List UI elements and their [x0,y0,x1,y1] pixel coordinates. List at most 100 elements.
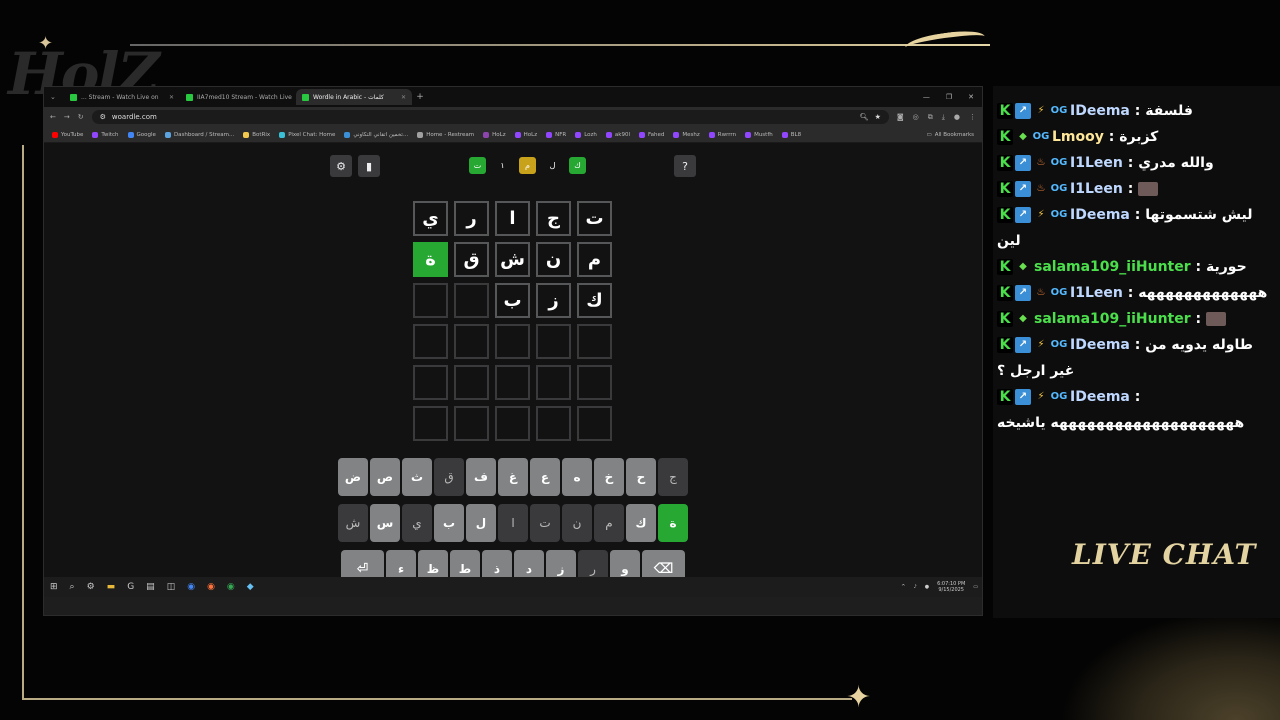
bookmark-item[interactable]: Mustfh [745,131,773,138]
bookmark-item[interactable]: Google [127,131,156,138]
chrome-icon[interactable]: ◉ [227,582,235,592]
tab-stream-1[interactable]: ... Stream - Watch Live on ✕ [64,89,180,105]
mic-icon[interactable]: ● [925,584,929,590]
bookmark-item[interactable]: BL8 [781,131,801,138]
app-icon[interactable]: ▤ [146,582,155,592]
key[interactable]: ب [434,504,464,542]
key[interactable]: ا [498,504,528,542]
key[interactable]: ل [466,504,496,542]
chat-username[interactable]: IDeema [1070,103,1130,119]
reload-icon[interactable]: ↻ [78,113,84,121]
address-bar[interactable]: ⚙ woardle.com 🔍︎ ★ [91,110,889,124]
board-tile: ن [536,242,571,277]
bookmark-item[interactable]: Meshz [673,131,700,138]
chat-username[interactable]: I1Leen [1070,155,1123,171]
extension-icon[interactable]: ◙ [897,113,904,122]
forward-icon[interactable]: → [64,113,70,121]
key[interactable]: س [370,504,400,542]
tab-wordle[interactable]: Wordle in Arabic - كلمات ✕ [296,89,412,105]
bookmark-item[interactable]: Pixel Chat: Home [279,131,335,138]
menu-icon[interactable]: ⋮ [969,113,976,122]
chevron-up-icon[interactable]: ^ [901,584,905,590]
key[interactable]: ن [562,504,592,542]
gold-splash-decoration [1060,610,1280,720]
back-icon[interactable]: ← [50,113,56,121]
key[interactable]: ق [434,458,464,496]
key[interactable]: ش [338,504,368,542]
key[interactable]: ص [370,458,400,496]
settings-icon[interactable]: ⚙ [330,155,352,177]
key[interactable]: غ [498,458,528,496]
firefox-icon[interactable]: ◉ [207,582,215,592]
bookmark-item[interactable]: Lozh [575,131,597,138]
extension-icon[interactable]: ◎ [913,113,919,122]
chat-username[interactable]: IDeema [1070,389,1130,405]
swoosh-decoration [904,27,986,57]
key[interactable]: ف [466,458,496,496]
chat-username[interactable]: Lmooy [1052,129,1104,145]
minimize-icon[interactable]: — [923,93,930,101]
bookmark-item[interactable]: HoLz [514,131,537,138]
notifications-icon[interactable]: ▭ [973,584,978,590]
chat-username[interactable]: I1Leen [1070,285,1123,301]
restore-icon[interactable]: ❐ [946,93,952,101]
new-tab-button[interactable]: + [412,92,428,102]
search-icon[interactable]: ⌕ [70,582,75,592]
file-explorer-icon[interactable]: ▬ [107,582,116,592]
site-info-icon[interactable]: ⚙ [100,113,106,121]
bookmark-item[interactable]: YouTube [52,131,83,138]
key[interactable]: م [594,504,624,542]
profile-avatar[interactable]: ● [954,113,960,122]
windows-start-icon[interactable]: ⊞ [50,582,58,592]
chat-username[interactable]: IDeema [1070,337,1130,353]
bookmark-item[interactable]: Fahed [639,131,664,138]
chrome-icon[interactable]: ◉ [187,582,195,592]
board-tile [577,324,612,359]
bookmark-item[interactable]: Dashboard / Stream... [164,131,234,138]
bookmark-star-icon[interactable]: ★ [875,113,881,121]
bookmark-item[interactable]: HoLz [483,131,506,138]
key[interactable]: ه [562,458,592,496]
help-icon[interactable]: ? [674,155,696,177]
tab-list-icon[interactable]: ⌄ [50,93,64,101]
key[interactable]: ث [402,458,432,496]
bookmark-item[interactable]: NFR [546,131,566,138]
key[interactable]: ة [658,504,688,542]
app-icon[interactable]: ◫ [167,582,176,592]
key[interactable]: ض [338,458,368,496]
app-icon[interactable]: G [127,582,134,592]
key[interactable]: ع [530,458,560,496]
board-tile: ز [536,283,571,318]
chat-message: K ↗ ♨ OG I1Leen : هههههههههههههه [997,280,1274,306]
key[interactable]: ج [658,458,688,496]
app-icon[interactable]: ⚙ [87,582,95,592]
bookmark-item[interactable]: تخمين اتقاني التكاوني... [344,131,408,138]
chat-emote [1138,182,1159,196]
chat-username[interactable]: salama109_iiHunter [1034,259,1191,275]
bookmark-item[interactable]: Twitch [92,131,119,138]
key[interactable]: ت [530,504,560,542]
chat-username[interactable]: IDeema [1070,207,1130,223]
zoom-icon[interactable]: 🔍︎ [860,113,869,121]
clock[interactable]: 6:07:10 PM 9/15/2025 [937,581,965,593]
chat-username[interactable]: salama109_iiHunter [1034,311,1191,327]
chat-username[interactable]: I1Leen [1070,181,1123,197]
bookmark-item[interactable]: BotRix [243,131,270,138]
download-icon[interactable]: ⤓ [942,113,945,122]
stats-icon[interactable]: ▮ [358,155,380,177]
key[interactable]: خ [594,458,624,496]
bookmark-item[interactable]: Rwrrrn [708,131,736,138]
bookmark-item[interactable]: Home - Restream [417,131,474,138]
close-icon[interactable]: ✕ [169,94,174,101]
all-bookmarks-button[interactable]: ▭ All Bookmarks [927,132,975,138]
key[interactable]: ك [626,504,656,542]
close-window-icon[interactable]: ✕ [968,93,974,101]
key[interactable]: ي [402,504,432,542]
tab-stream-2[interactable]: IIA7med10 Stream - Watch Live✕ [180,89,296,105]
extensions-icon[interactable]: ⧉ [928,113,933,122]
steam-icon[interactable]: ◆ [247,582,254,592]
close-icon[interactable]: ✕ [401,94,406,101]
key[interactable]: ح [626,458,656,496]
volume-icon[interactable]: ♪ [913,584,916,590]
bookmark-item[interactable]: ak90l [605,131,630,138]
